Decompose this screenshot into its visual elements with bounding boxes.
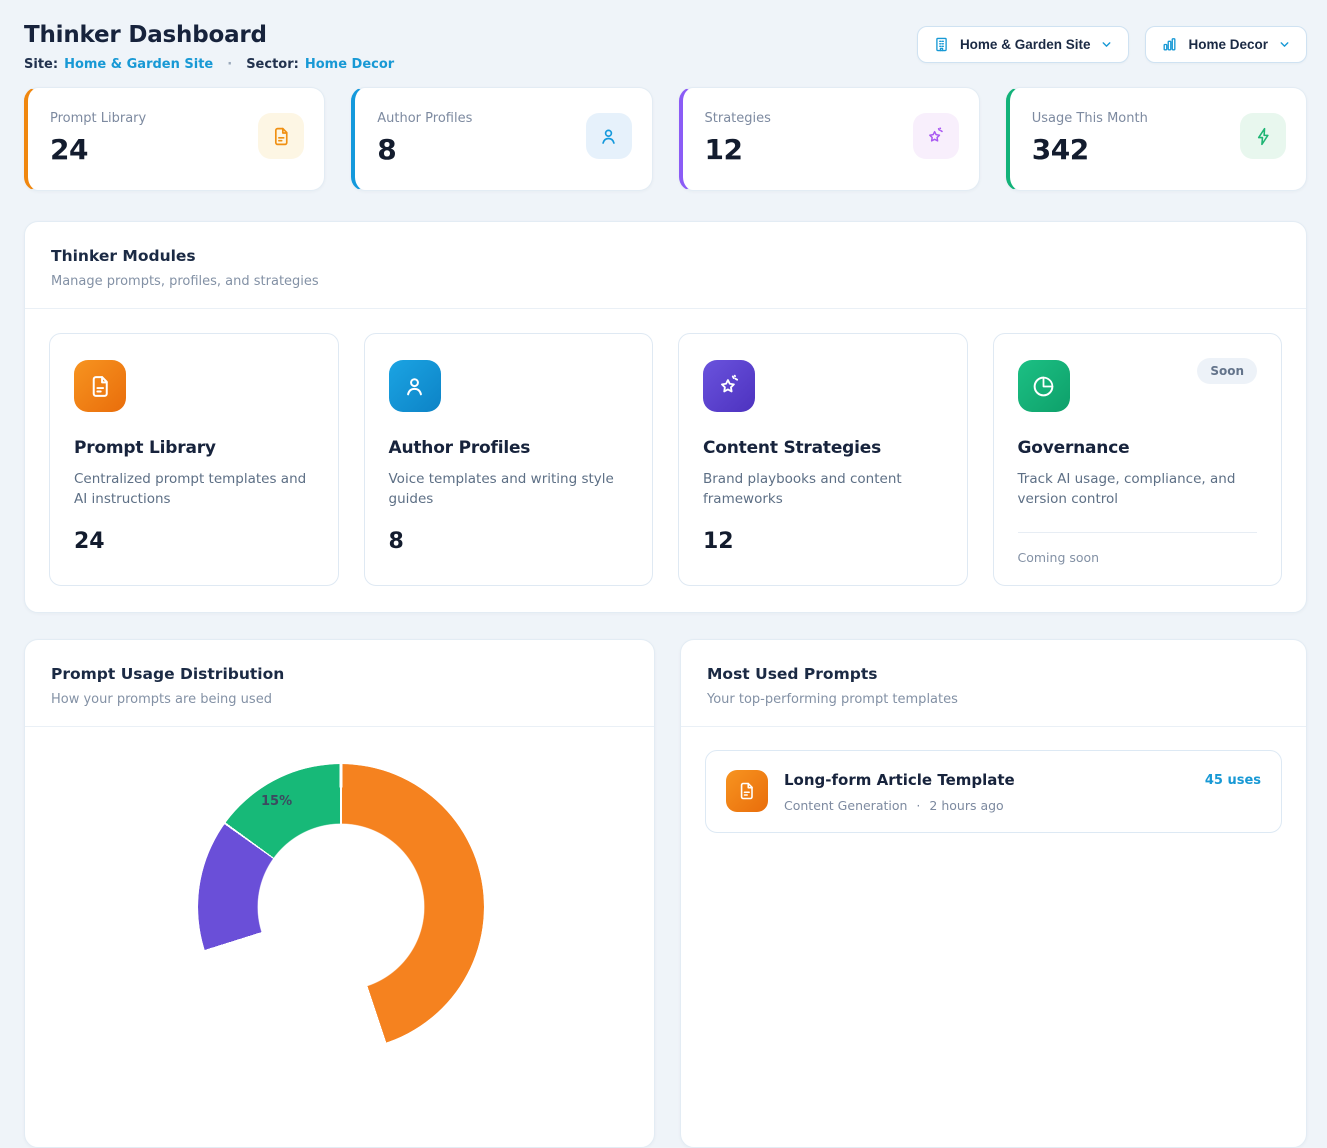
building-icon	[933, 36, 950, 53]
coming-soon-text: Coming soon	[1018, 550, 1258, 565]
site-label: Site:	[24, 57, 58, 72]
usage-header: Prompt Usage Distribution How your promp…	[25, 640, 654, 727]
chevron-down-icon	[1278, 38, 1291, 51]
module-description: Centralized prompt templates and AI inst…	[74, 469, 314, 510]
module-count: 8	[389, 529, 629, 554]
document-icon	[726, 770, 768, 812]
module-title: Governance	[1018, 438, 1258, 458]
modules-subtitle: Manage prompts, profiles, and strategies	[51, 274, 1280, 289]
module-count: 24	[74, 529, 314, 554]
prompt-meta: Content Generation · 2 hours ago	[784, 798, 1015, 813]
prompts-list: Long-form Article Template Content Gener…	[681, 727, 1306, 856]
prompt-item-main: Long-form Article Template Content Gener…	[784, 770, 1015, 813]
user-icon	[389, 360, 441, 412]
document-icon	[74, 360, 126, 412]
module-title: Prompt Library	[74, 438, 314, 458]
site-selector-label: Home & Garden Site	[960, 37, 1091, 52]
module-description: Track AI usage, compliance, and version …	[1018, 469, 1258, 510]
module-description: Brand playbooks and content frameworks	[703, 469, 943, 510]
site-selector-button[interactable]: Home & Garden Site	[917, 26, 1130, 63]
prompts-subtitle: Your top-performing prompt templates	[707, 692, 1280, 707]
module-title: Author Profiles	[389, 438, 629, 458]
prompt-uses-count: 45 uses	[1205, 773, 1261, 788]
most-used-prompts-panel: Most Used Prompts Your top-performing pr…	[680, 639, 1307, 1148]
prompts-title: Most Used Prompts	[707, 665, 1280, 683]
sector-label: Sector:	[246, 57, 299, 72]
module-card-prompt-library[interactable]: Prompt Library Centralized prompt templa…	[49, 333, 339, 586]
bottom-row: Prompt Usage Distribution How your promp…	[24, 639, 1307, 1148]
modules-title: Thinker Modules	[51, 247, 1280, 265]
user-icon	[586, 113, 632, 159]
modules-grid: Prompt Library Centralized prompt templa…	[25, 309, 1306, 612]
prompts-header: Most Used Prompts Your top-performing pr…	[681, 640, 1306, 727]
sector-link[interactable]: Home Decor	[305, 57, 394, 72]
sector-selector-label: Home Decor	[1188, 37, 1268, 52]
header-left: Thinker Dashboard Site: Home & Garden Si…	[24, 16, 394, 72]
stat-card-prompt-library: Prompt Library 24	[24, 87, 325, 191]
soon-badge: Soon	[1197, 358, 1257, 384]
donut-chart-area: 15%	[25, 727, 654, 1147]
dot-separator: ·	[227, 57, 232, 72]
module-card-governance[interactable]: Soon Governance Track AI usage, complian…	[993, 333, 1283, 586]
sparkle-star-icon	[703, 360, 755, 412]
module-card-author-profiles[interactable]: Author Profiles Voice templates and writ…	[364, 333, 654, 586]
stat-card-usage: Usage This Month 342	[1006, 87, 1307, 191]
stats-row: Prompt Library 24 Author Profiles 8 Stra…	[24, 87, 1307, 191]
page-header: Thinker Dashboard Site: Home & Garden Si…	[24, 16, 1307, 72]
page-title: Thinker Dashboard	[24, 22, 394, 48]
dot-separator: ·	[916, 798, 920, 813]
usage-distribution-panel: Prompt Usage Distribution How your promp…	[24, 639, 655, 1148]
module-title: Content Strategies	[703, 438, 943, 458]
usage-title: Prompt Usage Distribution	[51, 665, 628, 683]
document-icon	[258, 113, 304, 159]
usage-subtitle: How your prompts are being used	[51, 692, 628, 707]
thinker-modules-panel: Thinker Modules Manage prompts, profiles…	[24, 221, 1307, 613]
stat-card-author-profiles: Author Profiles 8	[351, 87, 652, 191]
prompt-category: Content Generation	[784, 798, 907, 813]
module-count: 12	[703, 529, 943, 554]
prompt-list-item[interactable]: Long-form Article Template Content Gener…	[705, 750, 1282, 833]
module-description: Voice templates and writing style guides	[389, 469, 629, 510]
lightning-icon	[1240, 113, 1286, 159]
modules-header: Thinker Modules Manage prompts, profiles…	[25, 222, 1306, 309]
prompt-time: 2 hours ago	[929, 798, 1003, 813]
sector-selector-button[interactable]: Home Decor	[1145, 26, 1307, 63]
dashboard-page: Thinker Dashboard Site: Home & Garden Si…	[0, 0, 1327, 1148]
bar-chart-icon	[1161, 36, 1178, 53]
divider	[1018, 532, 1258, 533]
pie-chart-icon	[1018, 360, 1070, 412]
donut-chart	[198, 764, 484, 1050]
sparkle-star-icon	[913, 113, 959, 159]
stat-card-strategies: Strategies 12	[679, 87, 980, 191]
chevron-down-icon	[1100, 38, 1113, 51]
site-link[interactable]: Home & Garden Site	[64, 57, 213, 72]
breadcrumb: Site: Home & Garden Site · Sector: Home …	[24, 57, 394, 72]
header-selectors: Home & Garden Site Home Decor	[917, 26, 1307, 63]
prompt-title: Long-form Article Template	[784, 771, 1015, 789]
module-card-content-strategies[interactable]: Content Strategies Brand playbooks and c…	[678, 333, 968, 586]
